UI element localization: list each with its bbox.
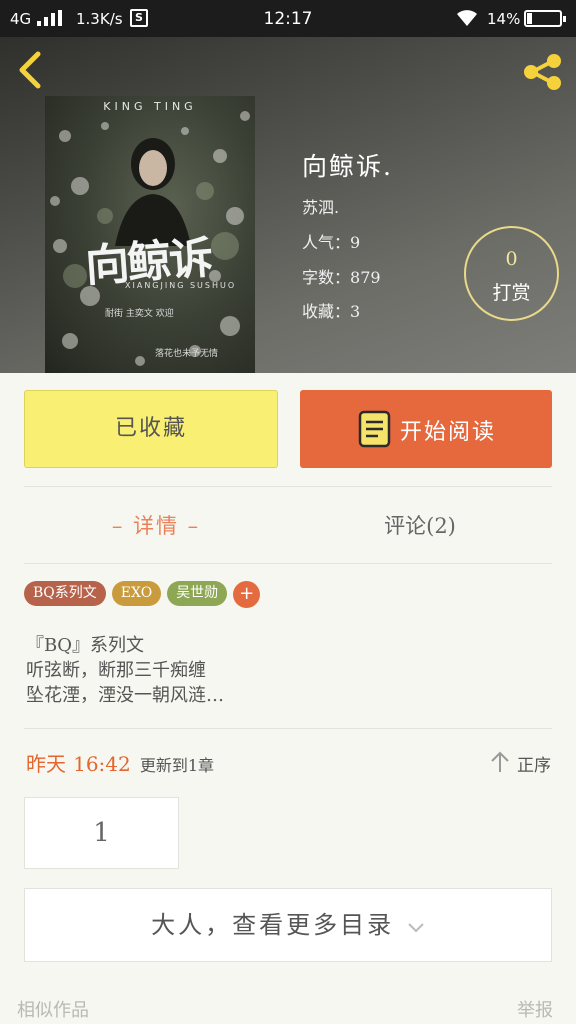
book-title: 向鲸诉.: [302, 152, 393, 181]
start-reading-button[interactable]: 开始阅读: [300, 390, 552, 468]
tag-bq-series[interactable]: BQ系列文: [24, 581, 106, 606]
cover-brand: KING TING: [103, 100, 197, 113]
chapter-item[interactable]: 1: [24, 797, 179, 869]
update-day: 昨天: [26, 752, 66, 776]
cover-note: 耐街 主奕文 欢迎: [105, 309, 174, 319]
battery-icon: [524, 10, 566, 27]
tab-comments[interactable]: 评论(2): [312, 510, 528, 540]
report-link[interactable]: 举报: [517, 996, 553, 1022]
back-arrow-icon[interactable]: [14, 51, 46, 89]
favorites-value: 3: [350, 302, 361, 321]
cover-subtitle: XIANGJING SUSHUO: [125, 281, 237, 290]
divider: [24, 486, 552, 487]
update-info: 昨天 16:42 更新到1章: [26, 748, 214, 777]
add-tag-button[interactable]: +: [233, 581, 261, 608]
book-cover[interactable]: KING TING 向鲸诉 XIANGJING SUSHUO 耐街 主奕文 欢迎…: [45, 96, 255, 373]
more-catalog-button[interactable]: 大人，查看更多目录: [24, 888, 552, 962]
arrow-up-icon: [491, 751, 509, 772]
update-time: 16:42: [73, 752, 131, 776]
battery-percent: 14%: [487, 10, 521, 28]
start-reading-label: 开始阅读: [400, 420, 497, 445]
divider: [24, 563, 552, 564]
book-word-count: 字数：879: [302, 264, 381, 288]
book-popularity: 人气：9: [302, 229, 360, 253]
tag-list: BQ系列文 EXO 吴世勋 +: [24, 581, 261, 608]
similar-works-label: 相似作品: [17, 1000, 89, 1021]
divider: [24, 728, 552, 729]
tip-button[interactable]: 0 打赏: [464, 226, 559, 321]
popularity-value: 9: [350, 233, 361, 252]
tag-exo[interactable]: EXO: [111, 581, 162, 606]
tip-label: 打赏: [492, 282, 531, 304]
update-text: 更新到1章: [139, 756, 215, 775]
tip-count: 0: [505, 248, 518, 270]
book-header: KING TING 向鲸诉 XIANGJING SUSHUO 耐街 主奕文 欢迎…: [0, 37, 576, 373]
favorites-label: 收藏：: [302, 302, 351, 321]
share-icon[interactable]: [522, 53, 564, 91]
book-intro[interactable]: 『BQ』系列文 听弦断，断那三千痴缠 坠花湮，湮没一朝风涟…: [26, 633, 224, 708]
book-favorites: 收藏：3: [302, 298, 360, 322]
tag-sehun[interactable]: 吴世勋: [167, 581, 228, 606]
wifi-icon: [457, 10, 477, 26]
more-catalog-label: 大人，查看更多目录: [151, 911, 395, 939]
collected-button[interactable]: 已收藏: [24, 390, 278, 468]
popularity-label: 人气：: [302, 233, 351, 252]
cover-footer: 落花也未予无情: [155, 349, 219, 359]
chevron-down-icon: [408, 922, 424, 932]
word-count-value: 879: [350, 268, 381, 287]
book-author[interactable]: 苏泗.: [302, 194, 339, 218]
tab-detail[interactable]: – 详情 –: [0, 510, 312, 540]
word-count-label: 字数：: [302, 268, 351, 287]
book-icon: [358, 410, 391, 448]
status-bar: 4G 1.3K/s S 12:17 14%: [0, 0, 576, 37]
sort-order-button[interactable]: 正序: [490, 749, 560, 776]
sort-order-label: 正序: [517, 756, 551, 776]
